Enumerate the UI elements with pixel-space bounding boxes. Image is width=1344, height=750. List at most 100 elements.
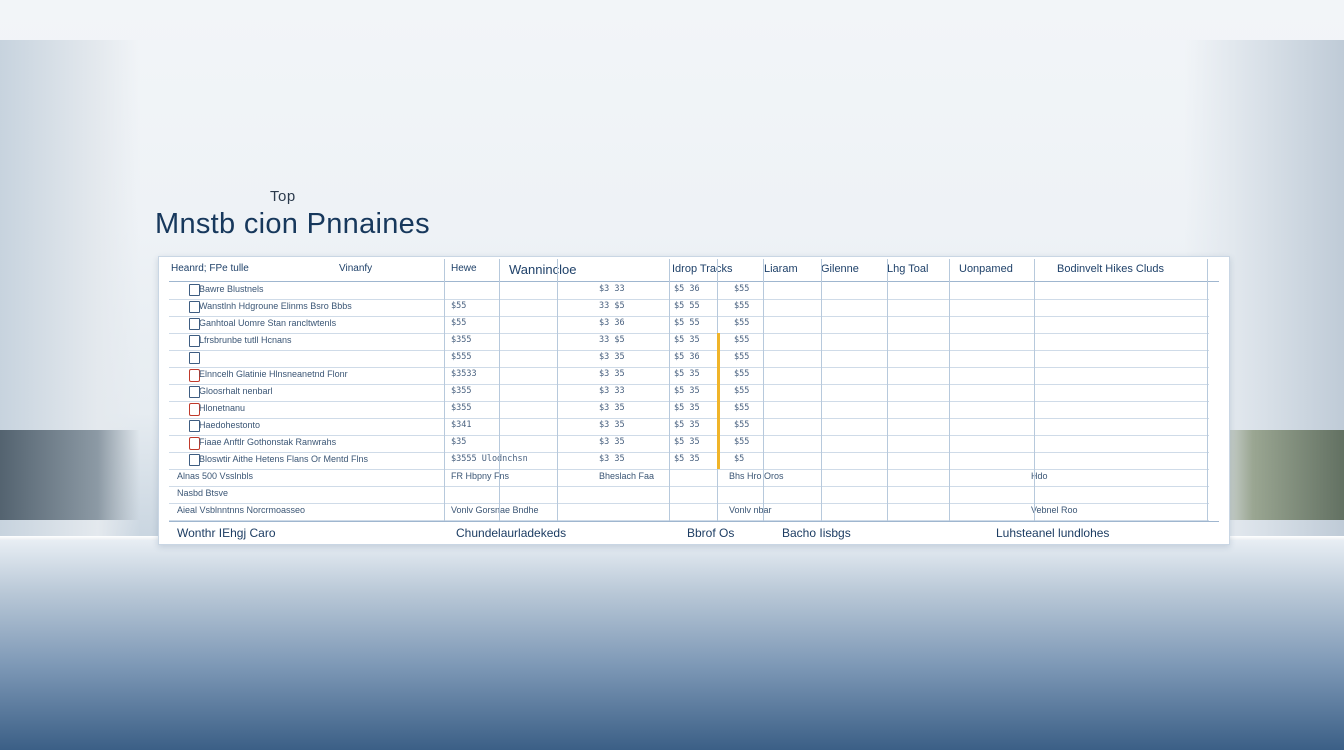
row-value-c2: $3 35 bbox=[599, 437, 625, 447]
footer-cell-5: Luhsteanel lundlohes bbox=[996, 526, 1110, 540]
row-value-c1: $355 bbox=[451, 335, 472, 345]
grid-column-line bbox=[557, 259, 558, 521]
row-value-c1: $355 bbox=[451, 386, 472, 396]
summary-row[interactable]: Aieal Vsblnntnns Norcrmoasseo Vonlv Gorsn… bbox=[169, 503, 1209, 521]
summary-label: Alnas 500 Vsslnbls bbox=[177, 471, 254, 481]
row-value-c3: $5 35 bbox=[674, 369, 700, 379]
spreadsheet-grid: Heanrd; FPe tulle Vinanfy Hewe Wanninclo… bbox=[169, 259, 1219, 541]
grid-column-line bbox=[1034, 259, 1035, 521]
row-value-c1: $35 bbox=[451, 437, 467, 447]
row-value-c2: $3 35 bbox=[599, 454, 625, 464]
row-value-c2: 33 $5 bbox=[599, 335, 625, 345]
summary-value-c2: Bheslach Faa bbox=[599, 471, 655, 481]
row-value-c2: 33 $5 bbox=[599, 301, 625, 311]
row-value-c2: $3 35 bbox=[599, 403, 625, 413]
header-col-1[interactable]: Heanrd; FPe tulle bbox=[171, 263, 321, 274]
footer-cell-3: Bbrof Os bbox=[687, 526, 735, 540]
row-value-c1: $355 bbox=[451, 403, 472, 413]
summary-label: Nasbd Btsve bbox=[177, 488, 229, 498]
row-value-c1: $55 bbox=[451, 318, 467, 328]
row-value-c2: $3 36 bbox=[599, 318, 625, 328]
table-row[interactable]: Fiaae Anftlr Gothonstak Ranwrahs $35 $3 35… bbox=[169, 435, 1209, 453]
row-value-c2: $3 35 bbox=[599, 369, 625, 379]
row-value-c3: $5 35 bbox=[674, 386, 700, 396]
row-value-c3: $5 35 bbox=[674, 437, 700, 447]
header-col-9[interactable]: Uonpamed bbox=[959, 263, 1034, 275]
grid-column-line bbox=[669, 259, 670, 521]
footer-cell-4: Bacho Iisbgs bbox=[782, 526, 851, 540]
row-value-c3: $5 36 bbox=[674, 284, 700, 294]
background-foliage-right bbox=[1214, 430, 1344, 520]
page-title: Mnstb cion Pnnaines bbox=[155, 208, 430, 240]
grid-column-line bbox=[887, 259, 888, 521]
grid-column-line bbox=[444, 259, 445, 521]
row-value-c4: $55 bbox=[734, 301, 750, 311]
table-row[interactable]: Bloswtir Aithe Hetens Flans Or Mentd Fln… bbox=[169, 452, 1209, 470]
header-col-7[interactable]: Gilenne bbox=[821, 263, 883, 275]
header-col-10[interactable]: Bodinvelt Hikes Cluds bbox=[1057, 263, 1207, 275]
row-value-c4: $55 bbox=[734, 352, 750, 362]
table-row[interactable]: Wanstlnh Hdgroune Elinms Bsro Bbbs $55 33 … bbox=[169, 299, 1209, 317]
table-row[interactable]: $555 $3 35 $5 36 $55 bbox=[169, 350, 1209, 368]
spreadsheet: Heanrd; FPe tulle Vinanfy Hewe Wanninclo… bbox=[158, 256, 1230, 545]
background-foliage-left bbox=[0, 430, 140, 520]
header-col-2[interactable]: Vinanfy bbox=[339, 263, 449, 274]
row-value-c3: $5 35 bbox=[674, 403, 700, 413]
row-value-c3: $5 55 bbox=[674, 318, 700, 328]
row-value-c4: $55 bbox=[734, 386, 750, 396]
row-value-c4: $55 bbox=[734, 420, 750, 430]
table-row[interactable]: Lfrsbrunbe tutll Hcnans $355 33 $5 $5 35 $55 bbox=[169, 333, 1209, 351]
footer-cell-1: Wonthr IEhgj Caro bbox=[177, 526, 276, 540]
table-row[interactable]: Bawre Blustnels $3 33 $5 36 $55 bbox=[169, 282, 1209, 300]
row-value-c2: $3 35 bbox=[599, 352, 625, 362]
header-col-4[interactable]: Wannincloe bbox=[509, 262, 599, 277]
row-value-c2: $3 33 bbox=[599, 386, 625, 396]
row-value-c4: $55 bbox=[734, 335, 750, 345]
row-value-c1: $555 bbox=[451, 352, 472, 362]
summary-row[interactable]: Alnas 500 Vsslnbls FR Hbpny Fns Bheslach F… bbox=[169, 469, 1209, 487]
grid-column-line bbox=[821, 259, 822, 521]
row-value-c4: $5 bbox=[734, 454, 745, 464]
summary-row[interactable]: Nasbd Btsve bbox=[169, 486, 1209, 504]
row-value-c4: $55 bbox=[734, 437, 750, 447]
row-label: Hlonetnanu bbox=[199, 403, 246, 413]
row-label: Gloosrhalt nenbarl bbox=[199, 386, 273, 396]
row-label: Fiaae Anftlr Gothonstak Ranwrahs bbox=[199, 437, 337, 447]
highlight-marker bbox=[717, 333, 720, 469]
table-row[interactable]: Elnncelh Glatinie Hlnsneanetnd Flonr $353… bbox=[169, 367, 1209, 385]
row-value-c3: $5 35 bbox=[674, 420, 700, 430]
header-row: Heanrd; FPe tulle Vinanfy Hewe Wanninclo… bbox=[169, 259, 1219, 282]
footer-cell-2: Chundelaurladekeds bbox=[456, 526, 567, 540]
summary-value-c5: Vebnel Roo bbox=[1031, 505, 1078, 515]
header-col-6[interactable]: Liaram bbox=[764, 263, 819, 275]
grid-column-line bbox=[763, 259, 764, 521]
row-value-c1: $3555 Ulodnchsn bbox=[451, 454, 528, 464]
row-value-c3: $5 55 bbox=[674, 301, 700, 311]
table-row[interactable]: Ganhtoal Uomre Stan rancltwtenls $55 $3 36… bbox=[169, 316, 1209, 334]
row-label: Lfrsbrunbe tutll Hcnans bbox=[199, 335, 292, 345]
grid-column-line bbox=[1207, 259, 1208, 521]
header-col-8[interactable]: Lhg Toal bbox=[887, 263, 949, 275]
header-col-3[interactable]: Hewe bbox=[451, 263, 496, 274]
grid-column-line bbox=[949, 259, 950, 521]
row-value-c1: $3533 bbox=[451, 369, 477, 379]
row-label: Wanstlnh Hdgroune Elinms Bsro Bbbs bbox=[199, 301, 352, 311]
row-label: Haedohestonto bbox=[199, 420, 261, 430]
summary-label: Aieal Vsblnntnns Norcrmoasseo bbox=[177, 505, 306, 515]
row-label: Bawre Blustnels bbox=[199, 284, 264, 294]
summary-value-c1: Vonlv Gorsnae Bndhe bbox=[451, 505, 539, 515]
grid-column-line bbox=[499, 259, 500, 521]
row-value-c3: $5 36 bbox=[674, 352, 700, 362]
summary-value-c3: Vonlv nbar bbox=[729, 505, 772, 515]
row-value-c3: $5 35 bbox=[674, 335, 700, 345]
row-value-c4: $55 bbox=[734, 369, 750, 379]
header-col-5[interactable]: Idrop Tracks bbox=[672, 263, 757, 275]
row-value-c3: $5 35 bbox=[674, 454, 700, 464]
table-row[interactable]: Haedohestonto $341 $3 35 $5 35 $55 bbox=[169, 418, 1209, 436]
row-value-c2: $3 33 bbox=[599, 284, 625, 294]
table-row[interactable]: Gloosrhalt nenbarl $355 $3 33 $5 35 $55 bbox=[169, 384, 1209, 402]
table-row[interactable]: Hlonetnanu $355 $3 35 $5 35 $55 bbox=[169, 401, 1209, 419]
row-value-c4: $55 bbox=[734, 318, 750, 328]
summary-value-c3: Bhs Hro Oros bbox=[729, 471, 784, 481]
row-value-c1: $55 bbox=[451, 301, 467, 311]
